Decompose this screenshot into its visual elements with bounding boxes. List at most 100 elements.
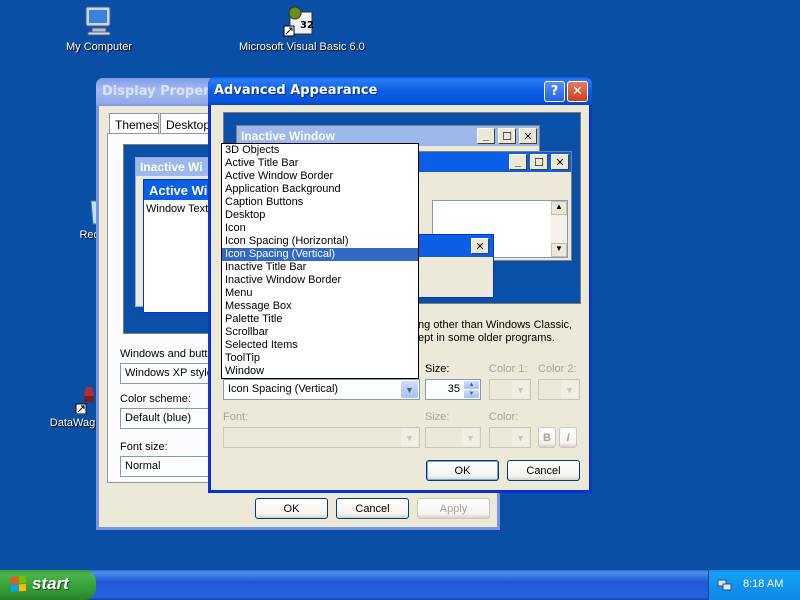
ok-button[interactable]: OK (255, 498, 328, 519)
close-icon: ✕ (572, 84, 583, 99)
font-size-select[interactable]: ▼ (425, 427, 481, 448)
select-value: Windows XP style (125, 367, 212, 379)
dropdown-option[interactable]: Icon (222, 222, 418, 235)
desktop-icon-my-computer[interactable]: My Computer (39, 4, 159, 53)
italic-button[interactable]: I (559, 427, 577, 448)
dropdown-option[interactable]: Active Window Border (222, 170, 418, 183)
minimize-icon: _ (509, 154, 527, 170)
color2-label: Color 2: (538, 363, 577, 375)
window-title: Advanced Appearance (214, 83, 378, 98)
windows-logo-icon (11, 576, 26, 592)
desktop-icon-visual-basic[interactable]: 32 Microsoft Visual Basic 6.0 (239, 4, 365, 53)
taskbar: start 8:18 AM (0, 570, 800, 600)
apply-button[interactable]: Apply (417, 498, 490, 519)
preview-window-text: Window Text (146, 203, 209, 215)
font-select[interactable]: ▼ (223, 427, 420, 448)
dropdown-option[interactable]: Desktop (222, 209, 418, 222)
color-scheme-label: Color scheme: (120, 393, 191, 405)
tab-label: Desktop (166, 118, 211, 132)
maximize-icon: ☐ (530, 154, 548, 170)
color1-picker[interactable]: ▼ (489, 379, 531, 400)
item-dropdown-list[interactable]: 3D Objects Active Title Bar Active Window … (221, 143, 419, 379)
chevron-down-icon: ▼ (401, 429, 418, 446)
chevron-down-icon: ▼ (512, 429, 529, 446)
desktop-icon-label: Microsoft Visual Basic 6.0 (239, 41, 365, 53)
font-label: Font: (223, 411, 249, 423)
start-label: start (32, 574, 69, 593)
dropdown-option[interactable]: Selected Items (222, 339, 418, 352)
bold-button[interactable]: B (538, 427, 556, 448)
font-size-label: Font size: (120, 441, 168, 453)
desktop-icon-label: My Computer (65, 41, 133, 53)
preview-active-title: Active Wi (144, 180, 214, 200)
preview-active-window: Active Wi Window Text (143, 179, 215, 313)
dropdown-option[interactable]: Menu (222, 287, 418, 300)
dropdown-option[interactable]: Palette Title (222, 313, 418, 326)
cancel-button[interactable]: Cancel (336, 498, 409, 519)
start-button[interactable]: start (0, 570, 96, 600)
close-icon: ✕ (519, 128, 537, 144)
dropdown-option[interactable]: Active Title Bar (222, 157, 418, 170)
tab-label: Themes (115, 118, 159, 132)
size-label: Size: (425, 363, 450, 375)
chevron-up-icon[interactable]: ▲ (464, 381, 479, 389)
visual-basic-icon: 32 (283, 6, 314, 37)
system-tray: 8:18 AM (708, 570, 800, 600)
chevron-down-icon: ▼ (512, 381, 529, 398)
clock[interactable]: 8:18 AM (743, 578, 783, 590)
spin-buttons[interactable]: ▲ ▼ (464, 381, 479, 398)
help-button[interactable]: ? (544, 81, 565, 102)
chevron-down-icon: ▼ (462, 429, 479, 446)
desktop-icon-label: DataWag (49, 417, 96, 429)
preview-scrollbar: ▲ ▼ (551, 201, 567, 257)
size-stepper[interactable]: 35 ▲ ▼ (425, 379, 481, 400)
dropdown-option[interactable]: Icon Spacing (Vertical) (222, 248, 418, 261)
tab-themes[interactable]: Themes (109, 113, 159, 133)
computer-icon (85, 6, 111, 36)
dropdown-option[interactable]: Inactive Window Border (222, 274, 418, 287)
ok-button[interactable]: OK (426, 460, 499, 481)
color-scheme-select[interactable]: Default (blue) (120, 408, 212, 429)
svg-text:32: 32 (300, 20, 314, 31)
network-icon[interactable] (717, 577, 733, 593)
select-value: Icon Spacing (Vertical) (228, 383, 339, 395)
dropdown-option[interactable]: ToolTip (222, 352, 418, 365)
select-value: Default (blue) (125, 412, 192, 424)
dropdown-option[interactable]: 3D Objects (222, 144, 418, 157)
select-value: Normal (125, 460, 161, 472)
advanced-appearance-titlebar[interactable]: Advanced Appearance ? ✕ (208, 77, 592, 105)
font-size-select[interactable]: Normal (120, 456, 212, 477)
dropdown-option[interactable]: Icon Spacing (Horizontal) (222, 235, 418, 248)
chevron-down-icon: ▼ (561, 381, 578, 398)
help-icon: ? (550, 84, 559, 99)
font-color-label: Color: (489, 411, 519, 423)
item-select[interactable]: Icon Spacing (Vertical) ▼ (223, 379, 420, 400)
preview-inactive-title: Inactive Window (241, 129, 335, 143)
tab-desktop[interactable]: Desktop (160, 113, 210, 133)
close-button[interactable]: ✕ (567, 81, 588, 102)
close-icon: ✕ (471, 238, 489, 254)
font-color-picker[interactable]: ▼ (489, 427, 531, 448)
dropdown-option[interactable]: Inactive Title Bar (222, 261, 418, 274)
scroll-down-icon: ▼ (551, 243, 567, 257)
dropdown-option[interactable]: Scrollbar (222, 326, 418, 339)
chevron-down-icon[interactable]: ▼ (464, 390, 479, 398)
dropdown-option[interactable]: Application Background (222, 183, 418, 196)
dropdown-option[interactable]: Caption Buttons (222, 196, 418, 209)
color2-picker[interactable]: ▼ (538, 379, 580, 400)
windows-buttons-label: Windows and butt (120, 348, 208, 360)
dropdown-option[interactable]: Window (222, 365, 418, 378)
note-line-2: ept in some older programs. (418, 332, 555, 344)
dropdown-option[interactable]: Message Box (222, 300, 418, 313)
note-line-1: ng other than Windows Classic, (418, 319, 573, 331)
preview-inactive-title: Inactive Wi (136, 158, 214, 176)
color1-label: Color 1: (489, 363, 528, 375)
font-size-label: Size: (425, 411, 450, 423)
scroll-up-icon: ▲ (551, 201, 567, 215)
cancel-button[interactable]: Cancel (507, 460, 580, 481)
chevron-down-icon[interactable]: ▼ (401, 381, 418, 398)
windows-buttons-select[interactable]: Windows XP style (120, 363, 212, 384)
size-value: 35 (447, 383, 460, 395)
minimize-icon: _ (477, 128, 495, 144)
maximize-icon: ☐ (498, 128, 516, 144)
